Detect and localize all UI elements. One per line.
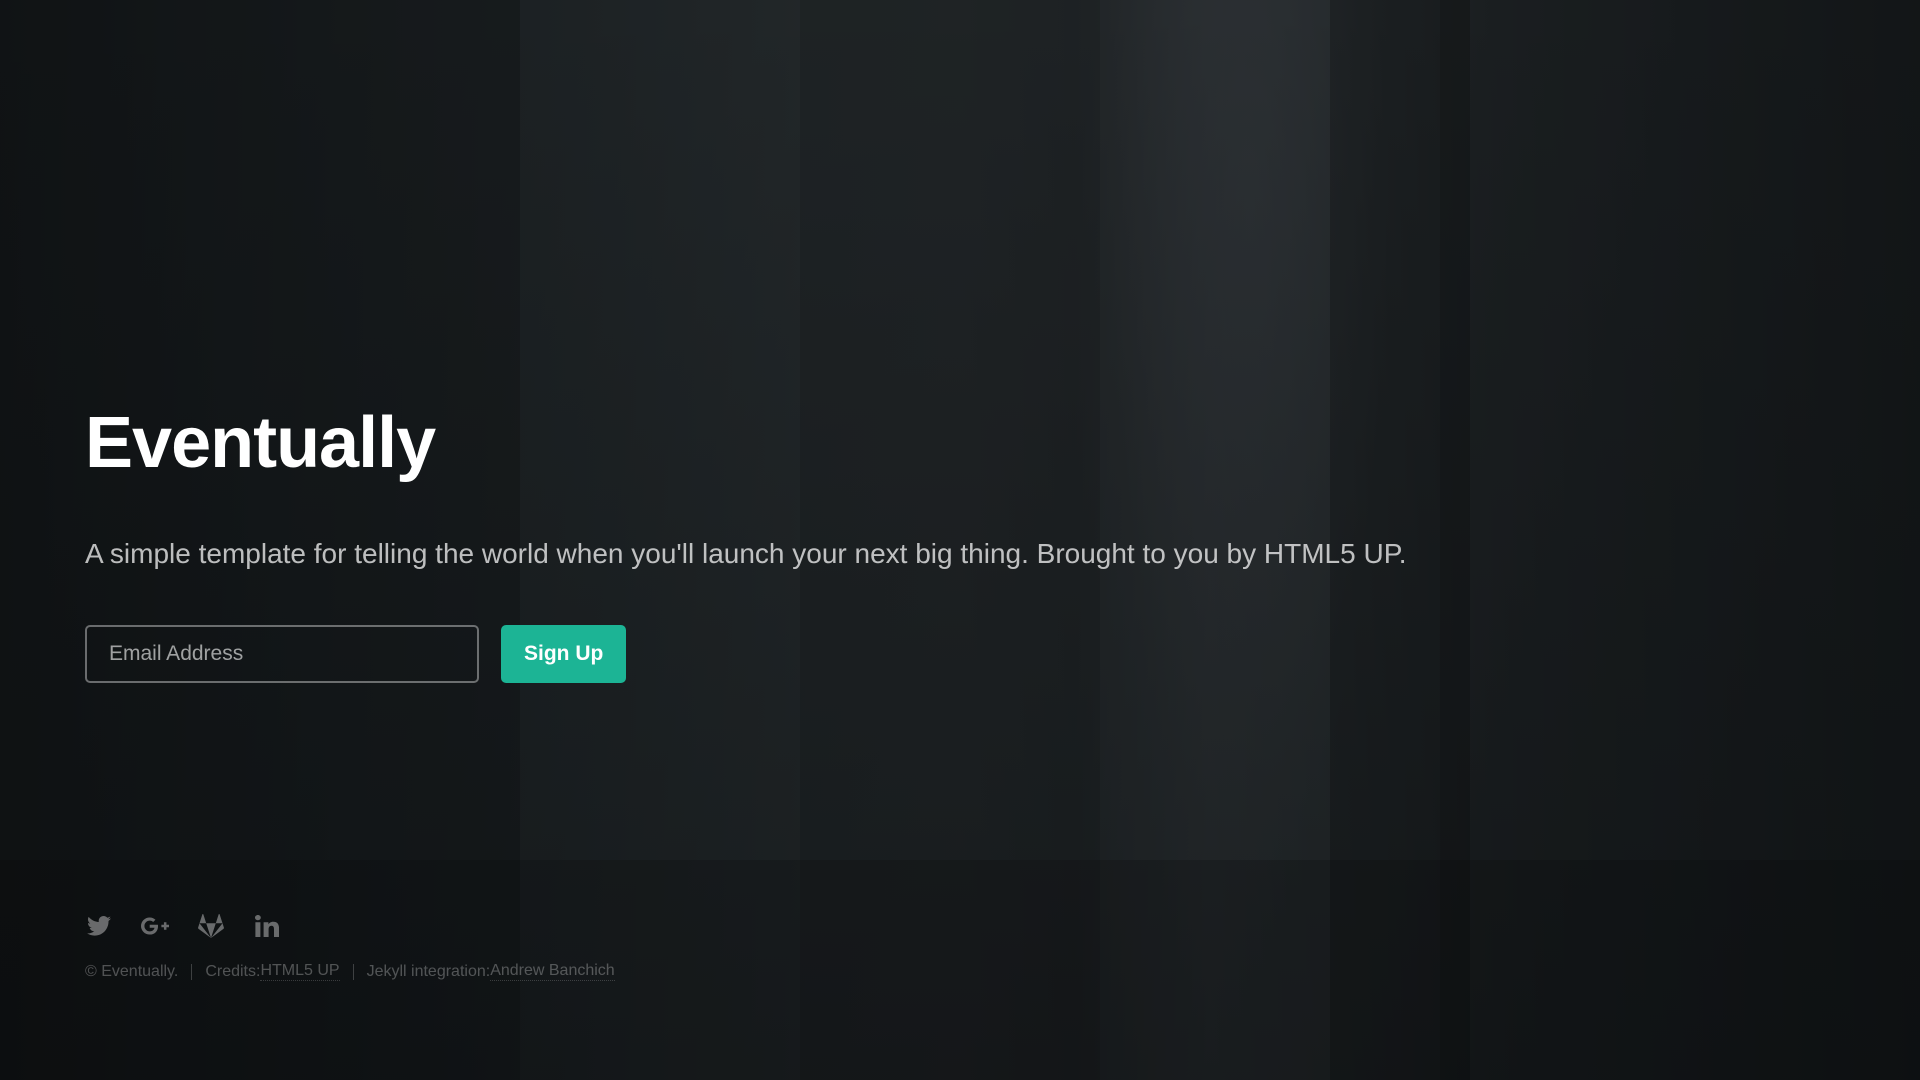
credits-prefix: Credits:	[205, 962, 261, 980]
tagline: A simple template for telling the world …	[85, 538, 1407, 570]
sign-up-button[interactable]: Sign Up	[501, 624, 627, 683]
andrew-banchich-link[interactable]: Andrew Banchich	[490, 962, 615, 981]
google-plus-icon	[141, 917, 169, 935]
twitter-link[interactable]	[85, 912, 113, 940]
divider	[352, 963, 354, 980]
email-field[interactable]	[85, 624, 479, 683]
page: Eventually A simple template for telling…	[0, 0, 1920, 1080]
hero-section: Eventually A simple template for telling…	[85, 400, 1585, 683]
linkedin-icon	[255, 915, 279, 937]
signup-form: Sign Up	[85, 624, 1585, 683]
jekyll-prefix: Jekyll integration:	[366, 962, 491, 980]
credits: © Eventually. Credits: HTML5 UP Jekyll i…	[85, 962, 615, 981]
gitlab-link[interactable]	[197, 912, 225, 940]
linkedin-link[interactable]	[253, 912, 281, 940]
html5up-link[interactable]: HTML5 UP	[260, 962, 340, 981]
page-title: Eventually	[85, 403, 436, 483]
google-plus-link[interactable]	[141, 912, 169, 940]
divider	[191, 963, 193, 980]
twitter-icon	[87, 916, 111, 936]
copyright: © Eventually.	[85, 962, 179, 980]
social-links	[85, 912, 615, 940]
footer: © Eventually. Credits: HTML5 UP Jekyll i…	[85, 912, 615, 981]
gitlab-icon	[198, 914, 224, 938]
